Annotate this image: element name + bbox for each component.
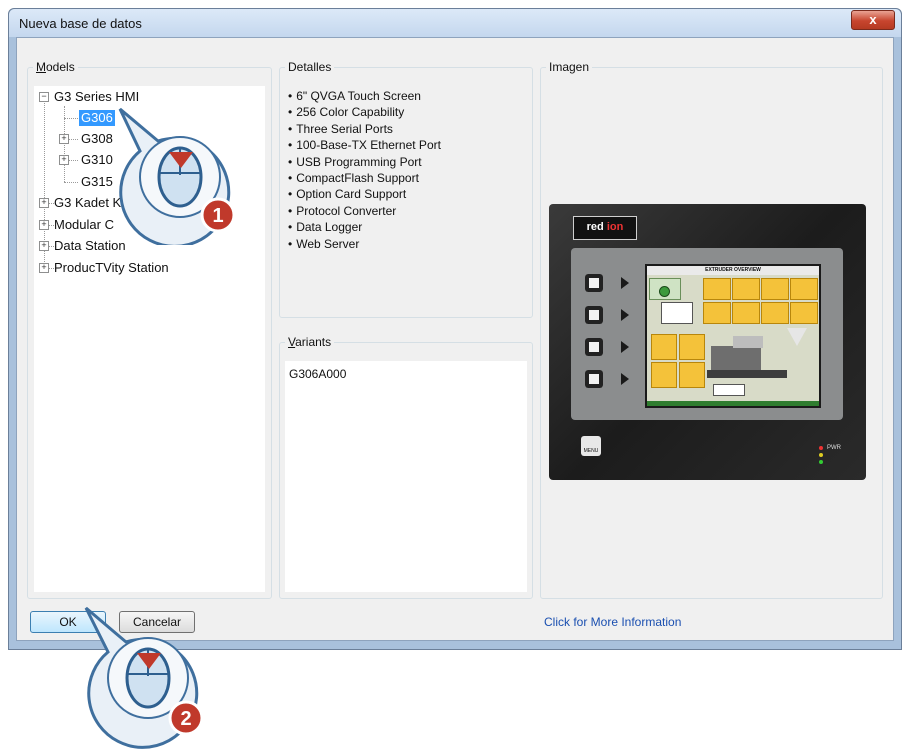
details-legend: Detalles [288,60,332,74]
detail-item: 6" QVGA Touch Screen [288,88,441,104]
arrow-right-icon [621,341,629,353]
title-bar: Nueva base de datos x [9,9,901,37]
variant-item[interactable]: G306A000 [289,367,346,381]
window-title: Nueva base de datos [19,16,142,31]
tree-node-productvity-station[interactable]: ProducTVity Station [52,260,171,276]
expand-icon[interactable]: + [39,198,49,208]
led-red [819,446,823,450]
collapse-icon[interactable]: − [39,92,49,102]
callout-step-1: 1 [118,107,236,245]
detail-item: Data Logger [288,219,441,235]
details-list: 6" QVGA Touch Screen 256 Color Capabilit… [288,88,441,252]
arrow-right-icon [621,373,629,385]
detail-item: CompactFlash Support [288,170,441,186]
expand-icon[interactable]: + [59,155,69,165]
pwr-label: PWR [827,445,841,451]
led-yellow [819,453,823,457]
detail-item: Option Card Support [288,186,441,202]
expand-icon[interactable]: + [39,263,49,273]
device-image: red ion EXTRUDER OVERVIEW MENU PWR [549,204,866,480]
models-legend: Models [36,60,75,74]
detail-item: Three Serial Ports [288,121,441,137]
close-icon: x [869,12,877,27]
function-key [585,306,603,324]
expand-icon[interactable]: + [39,220,49,230]
detail-item: 256 Color Capability [288,104,441,120]
detail-item: 100-Base-TX Ethernet Port [288,137,441,153]
screen-title: EXTRUDER OVERVIEW [647,266,819,275]
arrow-right-icon [621,309,629,321]
callout-step-2: 2 [84,606,204,749]
arrow-right-icon [621,277,629,289]
device-bezel: EXTRUDER OVERVIEW [571,248,843,420]
detail-item: Protocol Converter [288,203,441,219]
menu-key: MENU [581,436,601,456]
variants-group: Variants G306A000 [279,335,533,599]
variants-list[interactable]: G306A000 [285,361,527,592]
function-key [585,370,603,388]
redlion-logo: red ion [573,216,637,240]
expand-icon[interactable]: + [39,241,49,251]
detail-item: USB Programming Port [288,154,441,170]
close-button[interactable]: x [851,10,895,30]
more-info-link[interactable]: Click for More Information [544,615,681,629]
step-2-badge: 2 [180,708,191,730]
device-screen: EXTRUDER OVERVIEW [645,264,821,408]
variants-legend: Variants [288,335,332,349]
function-key [585,338,603,356]
image-group: Imagen red ion EXTRUDER OVERVIEW MENU PW… [540,60,883,599]
function-key [585,274,603,292]
led-green [819,460,823,464]
detail-item: Web Server [288,236,441,252]
image-legend: Imagen [549,60,590,74]
step-1-badge: 1 [212,205,223,227]
details-group: Detalles 6" QVGA Touch Screen 256 Color … [279,60,533,318]
expand-icon[interactable]: + [59,134,69,144]
